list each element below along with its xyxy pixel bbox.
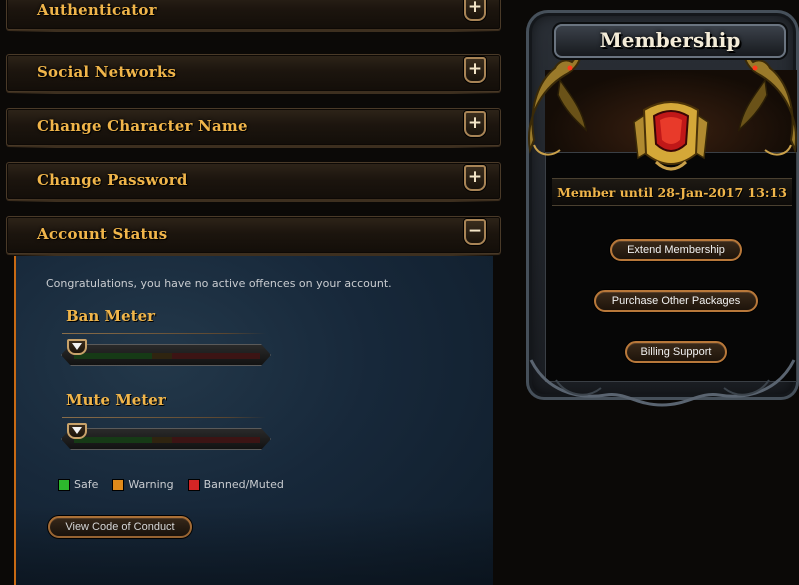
legend-item-warning: Warning bbox=[112, 478, 174, 491]
dragon-ornament-right-icon bbox=[737, 50, 797, 156]
legend-item-banned: Banned/Muted bbox=[187, 478, 284, 491]
membership-expiry: Member until 28-Jan-2017 13:13 bbox=[552, 178, 792, 206]
section-title-change-password: Change Password bbox=[37, 171, 188, 189]
section-change-character-name[interactable]: Change Character Name + bbox=[6, 108, 501, 148]
ban-meter-divider bbox=[62, 333, 266, 334]
legend-item-safe: Safe bbox=[58, 478, 98, 491]
meter-legend: Safe Warning Banned/Muted bbox=[58, 478, 298, 491]
membership-panel: Membership Member until 28-Jan-2017 13:1… bbox=[526, 10, 799, 407]
expand-toggle-change-password[interactable]: + bbox=[464, 165, 486, 191]
mute-meter bbox=[61, 428, 271, 450]
section-authenticator[interactable]: Authenticator + bbox=[6, 0, 501, 32]
section-title-authenticator: Authenticator bbox=[37, 1, 157, 19]
view-code-of-conduct-button[interactable]: View Code of Conduct bbox=[48, 516, 192, 538]
warning-swatch bbox=[112, 478, 125, 491]
extend-membership-button[interactable]: Extend Membership bbox=[610, 239, 742, 261]
purchase-other-packages-button[interactable]: Purchase Other Packages bbox=[594, 290, 758, 312]
mute-meter-safe-zone bbox=[74, 437, 152, 443]
section-title-social-networks: Social Networks bbox=[37, 63, 177, 81]
frame-bottom-ornament-icon bbox=[529, 359, 796, 407]
ban-meter-safe-zone bbox=[74, 353, 152, 359]
status-message: Congratulations, you have no active offe… bbox=[46, 277, 392, 290]
membership-crest-icon bbox=[633, 101, 709, 171]
account-status-panel: Congratulations, you have no active offe… bbox=[14, 256, 493, 585]
legend-label-safe: Safe bbox=[74, 478, 99, 491]
safe-swatch bbox=[58, 478, 70, 491]
collapse-toggle-account-status[interactable]: − bbox=[464, 219, 486, 245]
section-social-networks[interactable]: Social Networks + bbox=[6, 54, 501, 94]
expand-toggle-change-character-name[interactable]: + bbox=[464, 111, 486, 137]
legend-label-banned: Banned/Muted bbox=[203, 478, 284, 491]
ban-meter-title: Ban Meter bbox=[66, 307, 156, 325]
ban-meter-warning-zone bbox=[152, 353, 172, 359]
banned-swatch bbox=[187, 478, 200, 491]
membership-title: Membership bbox=[599, 28, 741, 52]
mute-meter-title: Mute Meter bbox=[66, 391, 166, 409]
mute-meter-warning-zone bbox=[152, 437, 172, 443]
section-change-password[interactable]: Change Password + bbox=[6, 162, 501, 202]
ban-meter-track bbox=[74, 353, 260, 359]
ban-meter bbox=[61, 344, 271, 366]
membership-title-banner: Membership bbox=[554, 24, 786, 58]
ban-meter-banned-zone bbox=[172, 353, 260, 359]
mute-meter-track bbox=[74, 437, 260, 443]
section-title-account-status: Account Status bbox=[37, 225, 168, 243]
dragon-ornament-left-icon bbox=[528, 50, 588, 156]
expand-toggle-social-networks[interactable]: + bbox=[464, 57, 486, 83]
section-title-change-character-name: Change Character Name bbox=[37, 117, 248, 135]
section-account-status[interactable]: Account Status − bbox=[6, 216, 501, 256]
mute-meter-muted-zone bbox=[172, 437, 260, 443]
legend-label-warning: Warning bbox=[128, 478, 174, 491]
expand-toggle-authenticator[interactable]: + bbox=[464, 0, 486, 21]
mute-meter-divider bbox=[62, 417, 266, 418]
mute-meter-marker bbox=[67, 423, 87, 439]
ban-meter-marker bbox=[67, 339, 87, 355]
